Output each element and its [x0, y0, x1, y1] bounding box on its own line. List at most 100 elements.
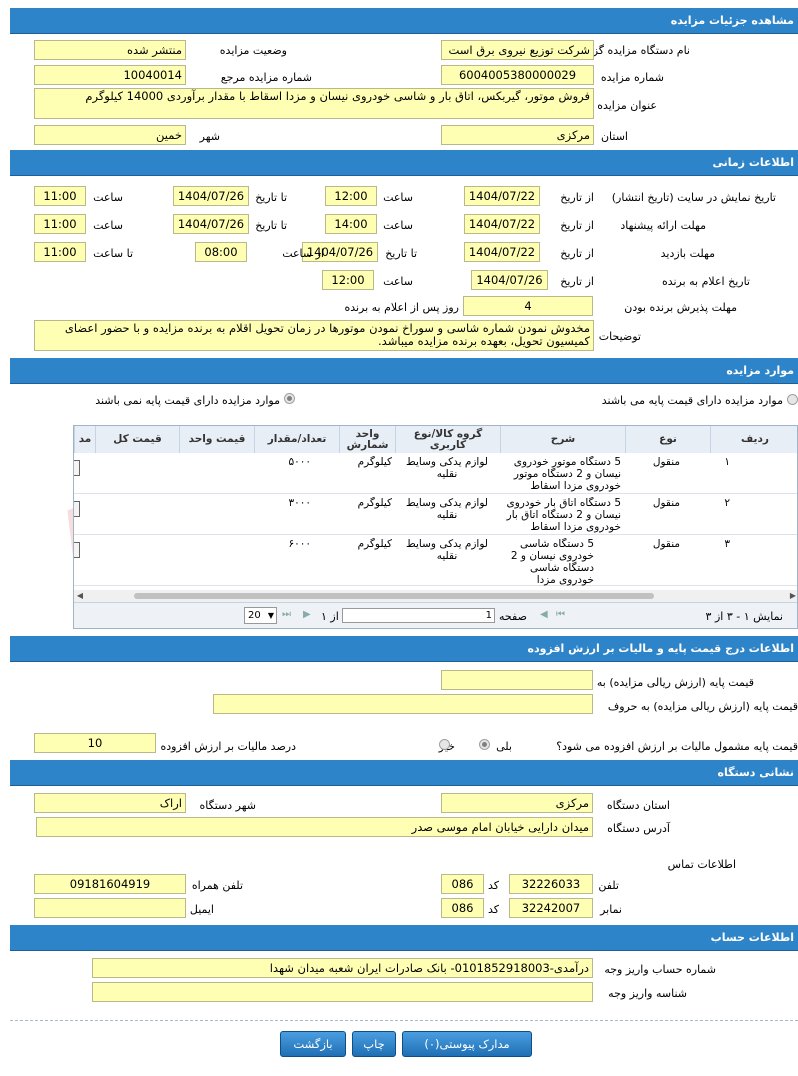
pager-first-icon[interactable]: ⏮: [556, 609, 565, 620]
row-detail-button[interactable]: [74, 542, 80, 558]
visit-label: مهلت بازدید: [660, 247, 715, 260]
title-field: فروش موتور، گیربکس، اتاق بار و شاسی خودر…: [34, 88, 594, 119]
row-detail-button[interactable]: [74, 460, 80, 476]
col-row: ردیف: [710, 426, 797, 453]
accept-suffix-label: روز پس از اعلام به برنده: [344, 301, 459, 314]
fax-code-field: 086: [441, 898, 484, 918]
vat-percent-field: 10: [34, 733, 156, 753]
visit-from-hour-label: از ساعت: [282, 247, 324, 260]
phone-code-label: کد: [487, 879, 499, 892]
display-date-label: تاریخ نمایش در سایت (تاریخ انتشار): [611, 191, 776, 204]
vat-no-radio[interactable]: [439, 739, 450, 750]
pager-next-icon[interactable]: ▶: [303, 609, 311, 620]
phone-code-field: 086: [441, 874, 484, 894]
pager-page-input[interactable]: 1: [342, 608, 495, 623]
number-label: شماره مزایده: [600, 71, 664, 84]
pager-of-label: از ۱: [321, 610, 339, 623]
contact-info-label: اطلاعات تماس: [667, 858, 736, 871]
scroll-right-arrow[interactable]: ▶: [787, 590, 797, 602]
vat-yes-label: بلی: [496, 740, 512, 753]
radio-no-price[interactable]: [284, 393, 295, 404]
vat-yes-radio[interactable]: [479, 739, 490, 750]
city-field: خمین: [34, 125, 186, 145]
pager-page-label: صفحه: [499, 610, 527, 623]
chevron-down-icon: ▼: [267, 611, 274, 620]
display-to-date-label: تا تاریخ: [255, 191, 287, 204]
scroll-thumb[interactable]: [134, 593, 654, 599]
section-header-address: نشانی دستگاه: [10, 760, 798, 786]
visit-from-date-label: از تاریخ: [560, 247, 594, 260]
phone-field: 32226033: [509, 874, 593, 894]
row-number: ۲: [724, 497, 730, 509]
number-field: 6004005380000029: [441, 65, 594, 85]
offer-to-date-label: تا تاریخ: [255, 219, 287, 232]
email-field: [34, 898, 186, 918]
city-label: شهر: [199, 130, 220, 143]
display-from-date-field: 1404/07/22: [464, 186, 540, 206]
row-qty: ۶۰۰۰: [288, 538, 311, 550]
account-number-label: شماره حساب واریز وجه: [604, 963, 716, 976]
row-type: منقول: [652, 456, 680, 468]
pager-prev-icon[interactable]: ◀: [540, 609, 548, 620]
base-words-label: قیمت پایه (ارزش ریالی مزایده) به حروف: [607, 700, 798, 713]
row-group: لوازم یدکی وسایط نقلیه: [406, 497, 488, 521]
row-unit: کیلوگرم: [357, 497, 392, 509]
row-number: ۱: [724, 456, 730, 468]
attachments-button[interactable]: مدارک پیوستی(۰): [402, 1031, 532, 1057]
col-total: قیمت کل: [95, 426, 179, 453]
row-detail-button[interactable]: [74, 501, 80, 517]
ref-label: شماره مزایده مرجع: [220, 71, 312, 84]
col-unit-price: قیمت واحد: [179, 426, 254, 453]
display-from-time-field: 12:00: [325, 186, 377, 206]
org-province-field: مرکزی: [441, 793, 593, 813]
row-unit: کیلوگرم: [357, 456, 392, 468]
ref-field: 10040014: [34, 65, 186, 85]
base-num-field: [441, 670, 593, 690]
col-more: مد: [74, 426, 95, 453]
grid-scrollbar[interactable]: ◀ ▶: [74, 590, 797, 602]
radio-has-price-label: موارد مزایده دارای قیمت پایه می باشند: [601, 394, 783, 407]
title-label: عنوان مزایده: [597, 99, 657, 112]
row-group: لوازم یدکی وسایط نقلیه: [406, 456, 488, 480]
scroll-left-arrow[interactable]: ◀: [74, 590, 86, 602]
mobile-field: 09181604919: [34, 874, 186, 894]
visit-to-time-field: 11:00: [34, 242, 86, 262]
display-to-date-field: 1404/07/26: [173, 186, 249, 206]
col-group: گروه کالا/نوع کاربری: [395, 426, 500, 453]
row-desc: 5 دستگاه شاسی خودروی نیسان و 2 دستگاه شا…: [510, 538, 594, 586]
pager-last-icon[interactable]: ⏭: [282, 609, 291, 620]
account-number-field: درآمدی-0101852918003- بانک صادرات ایران …: [92, 958, 593, 978]
grid-pager: نمایش ۱ - ۳ از ۳ ⏮ ◀ صفحه 1 از ۱ ▶ ⏭ 20 …: [74, 602, 797, 628]
display-from-date-label: از تاریخ: [560, 191, 594, 204]
status-label: وضعیت مزایده: [219, 44, 287, 57]
display-hour-label: ساعت: [383, 191, 413, 204]
org-province-label: استان دستگاه: [606, 799, 670, 812]
offer-from-date-label: از تاریخ: [560, 219, 594, 232]
announce-label: تاریخ اعلام به برنده: [661, 275, 750, 288]
col-qty: تعداد/مقدار: [254, 426, 339, 453]
pager-size-select[interactable]: 20 ▼: [244, 607, 277, 624]
back-button[interactable]: بازگشت: [280, 1031, 346, 1057]
row-qty: ۵۰۰۰: [288, 456, 311, 468]
org-address-label: آدرس دستگاه: [607, 822, 670, 835]
offer-from-date-field: 1404/07/22: [464, 214, 540, 234]
base-num-label: قیمت پایه (ارزش ریالی مزایده) به عدد: [576, 676, 754, 689]
radio-has-price[interactable]: [787, 394, 798, 405]
print-button[interactable]: چاپ: [352, 1031, 396, 1057]
pager-size-value: 20: [248, 610, 261, 621]
visit-to-hour-label: تا ساعت: [93, 247, 133, 260]
accept-label: مهلت پذیرش برنده بودن: [624, 301, 737, 314]
offer-date-label: مهلت ارائه پیشنهاد: [620, 219, 706, 232]
offer-hour-label: ساعت: [383, 219, 413, 232]
col-unit: واحد شمارش: [339, 426, 395, 453]
section-header-account: اطلاعات حساب: [10, 925, 798, 951]
org-label: نام دستگاه مزایده گزار: [584, 44, 690, 57]
row-qty: ۳۰۰۰: [288, 497, 311, 509]
display-to-hour-label: ساعت: [93, 191, 123, 204]
row-unit: کیلوگرم: [357, 538, 392, 550]
row-type: منقول: [652, 538, 680, 550]
province-field: مرکزی: [441, 125, 594, 145]
pager-showing: نمایش ۱ - ۳ از ۳: [705, 610, 783, 623]
radio-no-price-label: موارد مزایده دارای قیمت پایه نمی باشند: [95, 394, 280, 407]
offer-from-time-field: 14:00: [325, 214, 377, 234]
